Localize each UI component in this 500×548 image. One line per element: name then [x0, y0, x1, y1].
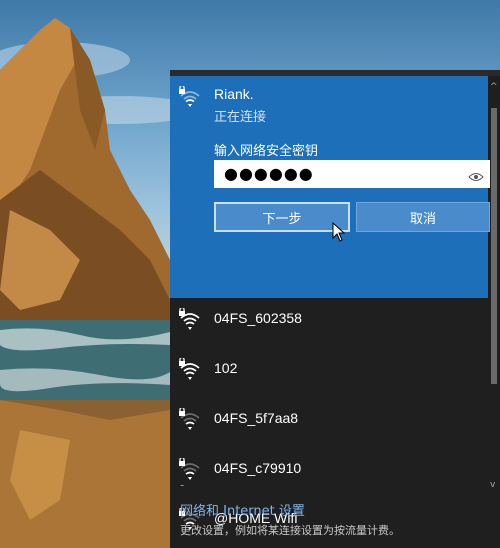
connection-status: 正在连接 — [214, 110, 267, 125]
next-button[interactable]: 下一步 — [214, 202, 350, 232]
security-key-input[interactable]: ●●●●●● — [214, 160, 490, 188]
network-name: 04FS_602358 — [214, 310, 302, 326]
wifi-locked-icon — [178, 86, 202, 110]
network-name: 04FS_5f7aa8 — [214, 410, 299, 426]
scrollbar[interactable]: ^ v — [490, 82, 498, 548]
network-name: 102 — [214, 360, 238, 376]
wifi-locked-icon — [178, 308, 202, 332]
active-network-card[interactable]: Riank. 正在连接 输入网络安全密钥 ●●●●●● 下一步 取消 — [170, 76, 490, 298]
network-item[interactable]: 04FS_5f7aa8 — [170, 400, 488, 450]
wifi-locked-icon — [178, 358, 202, 382]
settings-separator: - — [180, 478, 185, 492]
network-settings-link[interactable]: 网络和 Internet 设置 — [180, 500, 305, 519]
network-item[interactable]: 04FS_c79910 — [170, 450, 488, 500]
network-item[interactable]: 102 — [170, 350, 488, 400]
scroll-up-icon[interactable]: ^ — [490, 82, 498, 92]
network-name: 04FS_c79910 — [214, 460, 302, 476]
active-network-name: Riank. — [214, 86, 254, 102]
network-flyout: Riank. 正在连接 输入网络安全密钥 ●●●●●● 下一步 取消 04FS_… — [170, 70, 500, 548]
network-item[interactable]: 04FS_602358 — [170, 300, 488, 350]
cancel-button[interactable]: 取消 — [356, 202, 490, 232]
mouse-pointer-icon — [332, 221, 346, 242]
scroll-down-icon[interactable]: v — [490, 480, 495, 490]
network-settings-description: 更改设置，例如将某连接设置为按流量计费。 — [180, 524, 400, 537]
reveal-password-icon[interactable] — [468, 168, 484, 181]
password-mask: ●●●●●● — [224, 164, 314, 183]
scroll-thumb[interactable] — [491, 108, 497, 384]
wifi-locked-icon — [178, 408, 202, 432]
security-key-label: 输入网络安全密钥 — [214, 144, 319, 159]
